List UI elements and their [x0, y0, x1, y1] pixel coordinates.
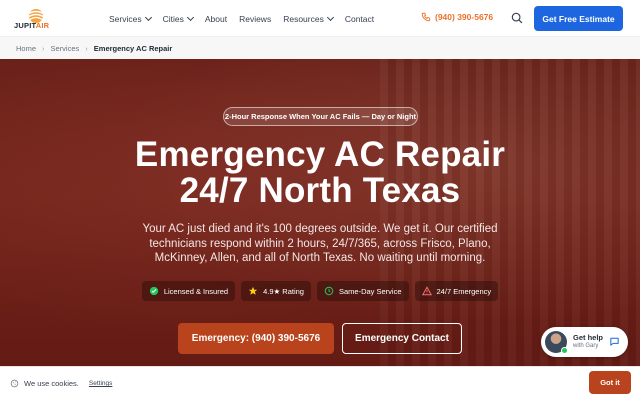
badge-licensed: Licensed & Insured	[141, 281, 236, 301]
nav-resources[interactable]: Resources	[283, 13, 334, 24]
check-shield-icon	[149, 286, 159, 296]
cookie-accept-button[interactable]: Got it	[589, 371, 631, 394]
logo-text-main: JUPIT	[14, 21, 36, 30]
breadcrumb: Home › Services › Emergency AC Repair	[0, 37, 640, 59]
chat-title: Get help	[573, 333, 604, 342]
chevron-right-icon: ›	[42, 43, 45, 53]
logo-text-accent: AIR	[35, 21, 50, 30]
chat-widget-text: Get help with Gary	[573, 333, 603, 351]
nav-contact[interactable]: Contact	[345, 14, 374, 24]
badge-rating: 4.9★ Rating	[241, 281, 311, 301]
chat-bubble-icon	[610, 337, 619, 346]
page-title-line-1: Emergency AC Repair	[134, 135, 506, 174]
nav-cities[interactable]: Cities	[162, 13, 194, 24]
emergency-call-button[interactable]: Emergency: (940) 390-5676	[178, 323, 334, 354]
site-header: JUPITAIR Services Cities About Reviews R…	[0, 0, 640, 37]
nav-resources-label: Resources	[283, 13, 324, 24]
hero-overlay	[0, 59, 640, 366]
get-free-estimate-button[interactable]: Get Free Estimate	[534, 6, 623, 31]
chevron-right-icon: ›	[85, 43, 88, 53]
hero-section: 2-Hour Response When Your AC Fails — Day…	[0, 59, 640, 366]
badge-same-day-label: Same-Day Service	[338, 286, 402, 296]
nav-services-label: Services	[109, 13, 142, 24]
emergency-contact-button[interactable]: Emergency Contact	[342, 323, 462, 354]
online-status-dot	[561, 347, 568, 354]
star-icon	[248, 286, 258, 295]
phone-icon	[421, 12, 431, 22]
badge-same-day: Same-Day Service	[316, 281, 409, 301]
avatar	[545, 331, 568, 354]
cookie-icon	[10, 379, 19, 388]
badge-emergency-label: 24/7 Emergency	[436, 286, 492, 296]
nav-about-label: About	[204, 13, 228, 24]
nav-reviews-label: Reviews	[239, 13, 272, 24]
nav-reviews[interactable]: Reviews	[239, 14, 271, 24]
nav-about[interactable]: About	[205, 14, 227, 24]
cookie-settings-link[interactable]: Settings	[89, 380, 113, 387]
chevron-down-icon	[144, 13, 152, 21]
page-title: Emergency AC Repair 24/7 North Texas	[0, 137, 640, 209]
nav-services[interactable]: Services	[109, 13, 152, 24]
breadcrumb-home[interactable]: Home	[16, 44, 36, 53]
header-phone-number: (940) 390-5676	[435, 12, 494, 22]
chat-widget[interactable]: Get help with Gary	[541, 327, 628, 357]
nav-cities-label: Cities	[162, 13, 184, 24]
badge-rating-label: 4.9★ Rating	[263, 286, 304, 296]
chevron-down-icon	[186, 13, 194, 21]
main-nav: Services Cities About Reviews Resources …	[109, 0, 386, 37]
trust-badges: Licensed & Insured 4.9★ Rating Same-Day …	[0, 281, 640, 301]
breadcrumb-current: Emergency AC Repair	[93, 43, 173, 53]
header-phone-link[interactable]: (940) 390-5676	[421, 12, 493, 22]
response-time-pill: 2-Hour Response When Your AC Fails — Day…	[223, 107, 418, 126]
cookie-message: We use cookies.	[24, 379, 79, 388]
badge-emergency: 24/7 Emergency	[414, 281, 499, 301]
logo-wordmark: JUPITAIR	[14, 21, 49, 30]
search-icon	[511, 12, 523, 24]
cookie-banner: We use cookies. Settings	[0, 366, 640, 400]
search-button[interactable]	[510, 11, 524, 25]
clock-icon	[324, 286, 334, 296]
badge-licensed-label: Licensed & Insured	[163, 286, 229, 296]
page-title-line-2: 24/7 North Texas	[179, 171, 461, 210]
hero-description: Your AC just died and it's 100 degrees o…	[142, 223, 498, 264]
chat-subtitle: with Gary	[573, 343, 599, 349]
chevron-down-icon	[326, 13, 334, 21]
breadcrumb-services[interactable]: Services	[51, 44, 80, 53]
warning-icon	[421, 286, 432, 296]
nav-contact-label: Contact	[344, 13, 375, 24]
